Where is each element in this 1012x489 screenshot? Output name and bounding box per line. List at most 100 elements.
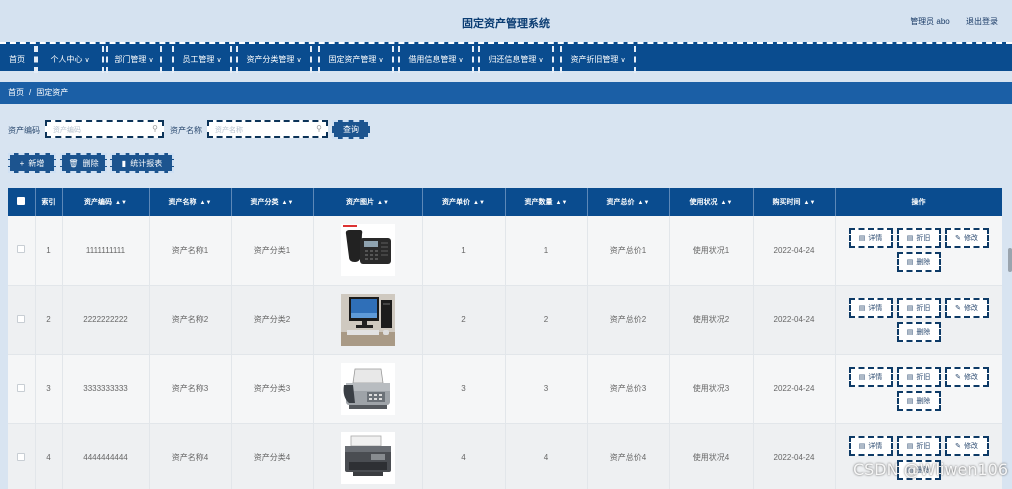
column-header-status[interactable]: 使用状况 ▲▼ [669,188,754,216]
sort-icon[interactable]: ▲▼ [721,200,733,206]
nav-item-label: 资产折旧管理 [570,55,619,64]
image-cell [313,216,423,286]
column-header-total[interactable]: 资产总价 ▲▼ [587,188,670,216]
top-bar: 固定资产管理系统 管理员 abo 退出登录 [0,0,1012,42]
sort-icon[interactable]: ▲▼ [556,200,568,206]
chevron-down-icon: ∨ [148,56,154,64]
row-delete-button[interactable]: ▤ 删除 [896,390,941,411]
logout-link[interactable]: 退出登录 [966,17,998,26]
nav-item-fixed-asset[interactable]: 固定资产管理 ∨ [318,46,394,73]
delete-button[interactable]: 🗑 删除 [60,153,107,173]
breadcrumb-home[interactable]: 首页 [8,88,24,97]
query-button[interactable]: 查询 [332,120,370,139]
chevron-down-icon: ∨ [458,56,464,64]
code-cell: 1111111111 [62,216,150,286]
asset-code-input[interactable]: 资产编码 ⚲ [45,120,164,138]
sort-icon[interactable]: ▲▼ [282,200,294,206]
row-delete-button[interactable]: ▤ 删除 [896,252,941,273]
total-cell: 资产总价3 [587,354,670,424]
row-select-cell[interactable] [8,285,36,355]
column-header-name[interactable]: 资产名称 ▲▼ [149,188,232,216]
select-all-checkbox[interactable] [17,197,26,205]
depreciation-button[interactable]: ▤ 折旧 [896,297,941,318]
report-button[interactable]: ▮ 统计报表 [110,153,174,173]
asset-name-label: 资产名称 [170,126,202,135]
nav-item-depreciation[interactable]: 资产折旧管理 ∨ [560,46,636,73]
status-cell: 使用状况4 [669,423,754,489]
column-header-label: 操作 [911,199,926,206]
row-select-cell[interactable] [8,216,36,286]
asset-name-input[interactable]: 资产名称 ⚲ [207,120,328,138]
edit-button[interactable]: ✎ 修改 [944,297,989,318]
sort-icon[interactable]: ▲▼ [377,200,389,206]
detail-button[interactable]: ▤ 详情 [848,435,893,456]
chevron-down-icon: ∨ [378,56,384,64]
add-button[interactable]: + 新增 [8,153,56,173]
row-checkbox[interactable] [17,314,26,323]
column-header-category[interactable]: 资产分类 ▲▼ [231,188,314,216]
edit-button[interactable]: ✎ 修改 [944,228,989,249]
actions-cell: ▤ 详情 ▤ 折旧 ✎ 修改 ▤ 删除 [835,423,1002,489]
total-cell: 资产总价2 [587,285,670,355]
nav-item-label: 个人中心 [50,55,83,64]
chevron-down-icon: ∨ [538,56,544,64]
row-checkbox[interactable] [17,452,26,461]
row-select-cell[interactable] [8,423,36,489]
price-cell: 1 [422,216,506,286]
document-icon: ▤ [858,442,866,450]
price-cell: 2 [422,285,506,355]
row-select-cell[interactable] [8,354,36,424]
edit-button-label: 修改 [963,235,978,243]
nav-item-label: 固定资产管理 [328,55,377,64]
column-header-image[interactable]: 资产图片 ▲▼ [313,188,423,216]
sort-icon[interactable]: ▲▼ [473,200,485,206]
nav-item-department[interactable]: 部门管理 ∨ [106,46,162,73]
edit-button-label: 修改 [963,373,978,381]
table-row: 3 3333333333 资产名称3 资产分类3 3 3 资产总价3 使用状况3… [8,354,1002,424]
row-delete-button[interactable]: ▤ 删除 [896,321,941,342]
depreciation-button-label: 折旧 [916,442,931,450]
image-cell [313,285,423,355]
depreciation-button[interactable]: ▤ 折旧 [896,366,941,387]
detail-button[interactable]: ▤ 详情 [848,228,893,249]
edit-button[interactable]: ✎ 修改 [944,366,989,387]
search-icon: ⚲ [152,124,158,133]
detail-button[interactable]: ▤ 详情 [848,366,893,387]
document-icon: ▤ [858,304,866,312]
nav-item-employee[interactable]: 员工管理 ∨ [172,46,232,73]
quantity-cell: 4 [505,423,588,489]
row-checkbox[interactable] [17,245,26,254]
sort-icon[interactable]: ▲▼ [638,200,650,206]
column-header-label: 购买时间 [772,199,801,206]
edit-button[interactable]: ✎ 修改 [944,435,989,456]
depreciation-button[interactable]: ▤ 折旧 [896,435,941,456]
scrollbar-thumb[interactable] [1008,248,1012,272]
detail-button-label: 详情 [868,304,883,312]
quantity-cell: 2 [505,285,588,355]
nav-item-borrow-info[interactable]: 借用信息管理 ∨ [398,46,474,73]
sort-icon[interactable]: ▲▼ [200,200,212,206]
nav-item-asset-category[interactable]: 资产分类管理 ∨ [236,46,312,73]
column-header-date[interactable]: 购买时间 ▲▼ [753,188,836,216]
detail-button[interactable]: ▤ 详情 [848,297,893,318]
actions-cell: ▤ 详情 ▤ 折旧 ✎ 修改 ▤ 删除 [835,216,1002,286]
nav-item-return-info[interactable]: 归还信息管理 ∨ [478,46,554,73]
nav-item-personal-center[interactable]: 个人中心 ∨ [36,46,104,73]
sort-icon[interactable]: ▲▼ [115,200,127,206]
column-header-price[interactable]: 资产单价 ▲▼ [422,188,506,216]
row-actions: ▤ 详情 ▤ 折旧 ✎ 修改 ▤ 删除 [844,366,994,411]
date-cell: 2022-04-24 [753,216,836,286]
select-all-header[interactable] [8,188,36,216]
row-checkbox[interactable] [17,383,26,392]
column-header-quantity[interactable]: 资产数量 ▲▼ [505,188,588,216]
column-header-label: 资产图片 [346,199,375,206]
column-header-code[interactable]: 资产编码 ▲▼ [62,188,150,216]
depreciation-button[interactable]: ▤ 折旧 [896,228,941,249]
asset-code-placeholder: 资产编码 [53,127,81,134]
date-cell: 2022-04-24 [753,354,836,424]
column-header-index: 索引 [35,188,63,216]
nav-item-home[interactable]: 首页 [0,46,36,73]
query-button-label: 查询 [343,125,359,134]
column-header-label: 资产编码 [84,199,113,206]
sort-icon[interactable]: ▲▼ [804,200,816,206]
